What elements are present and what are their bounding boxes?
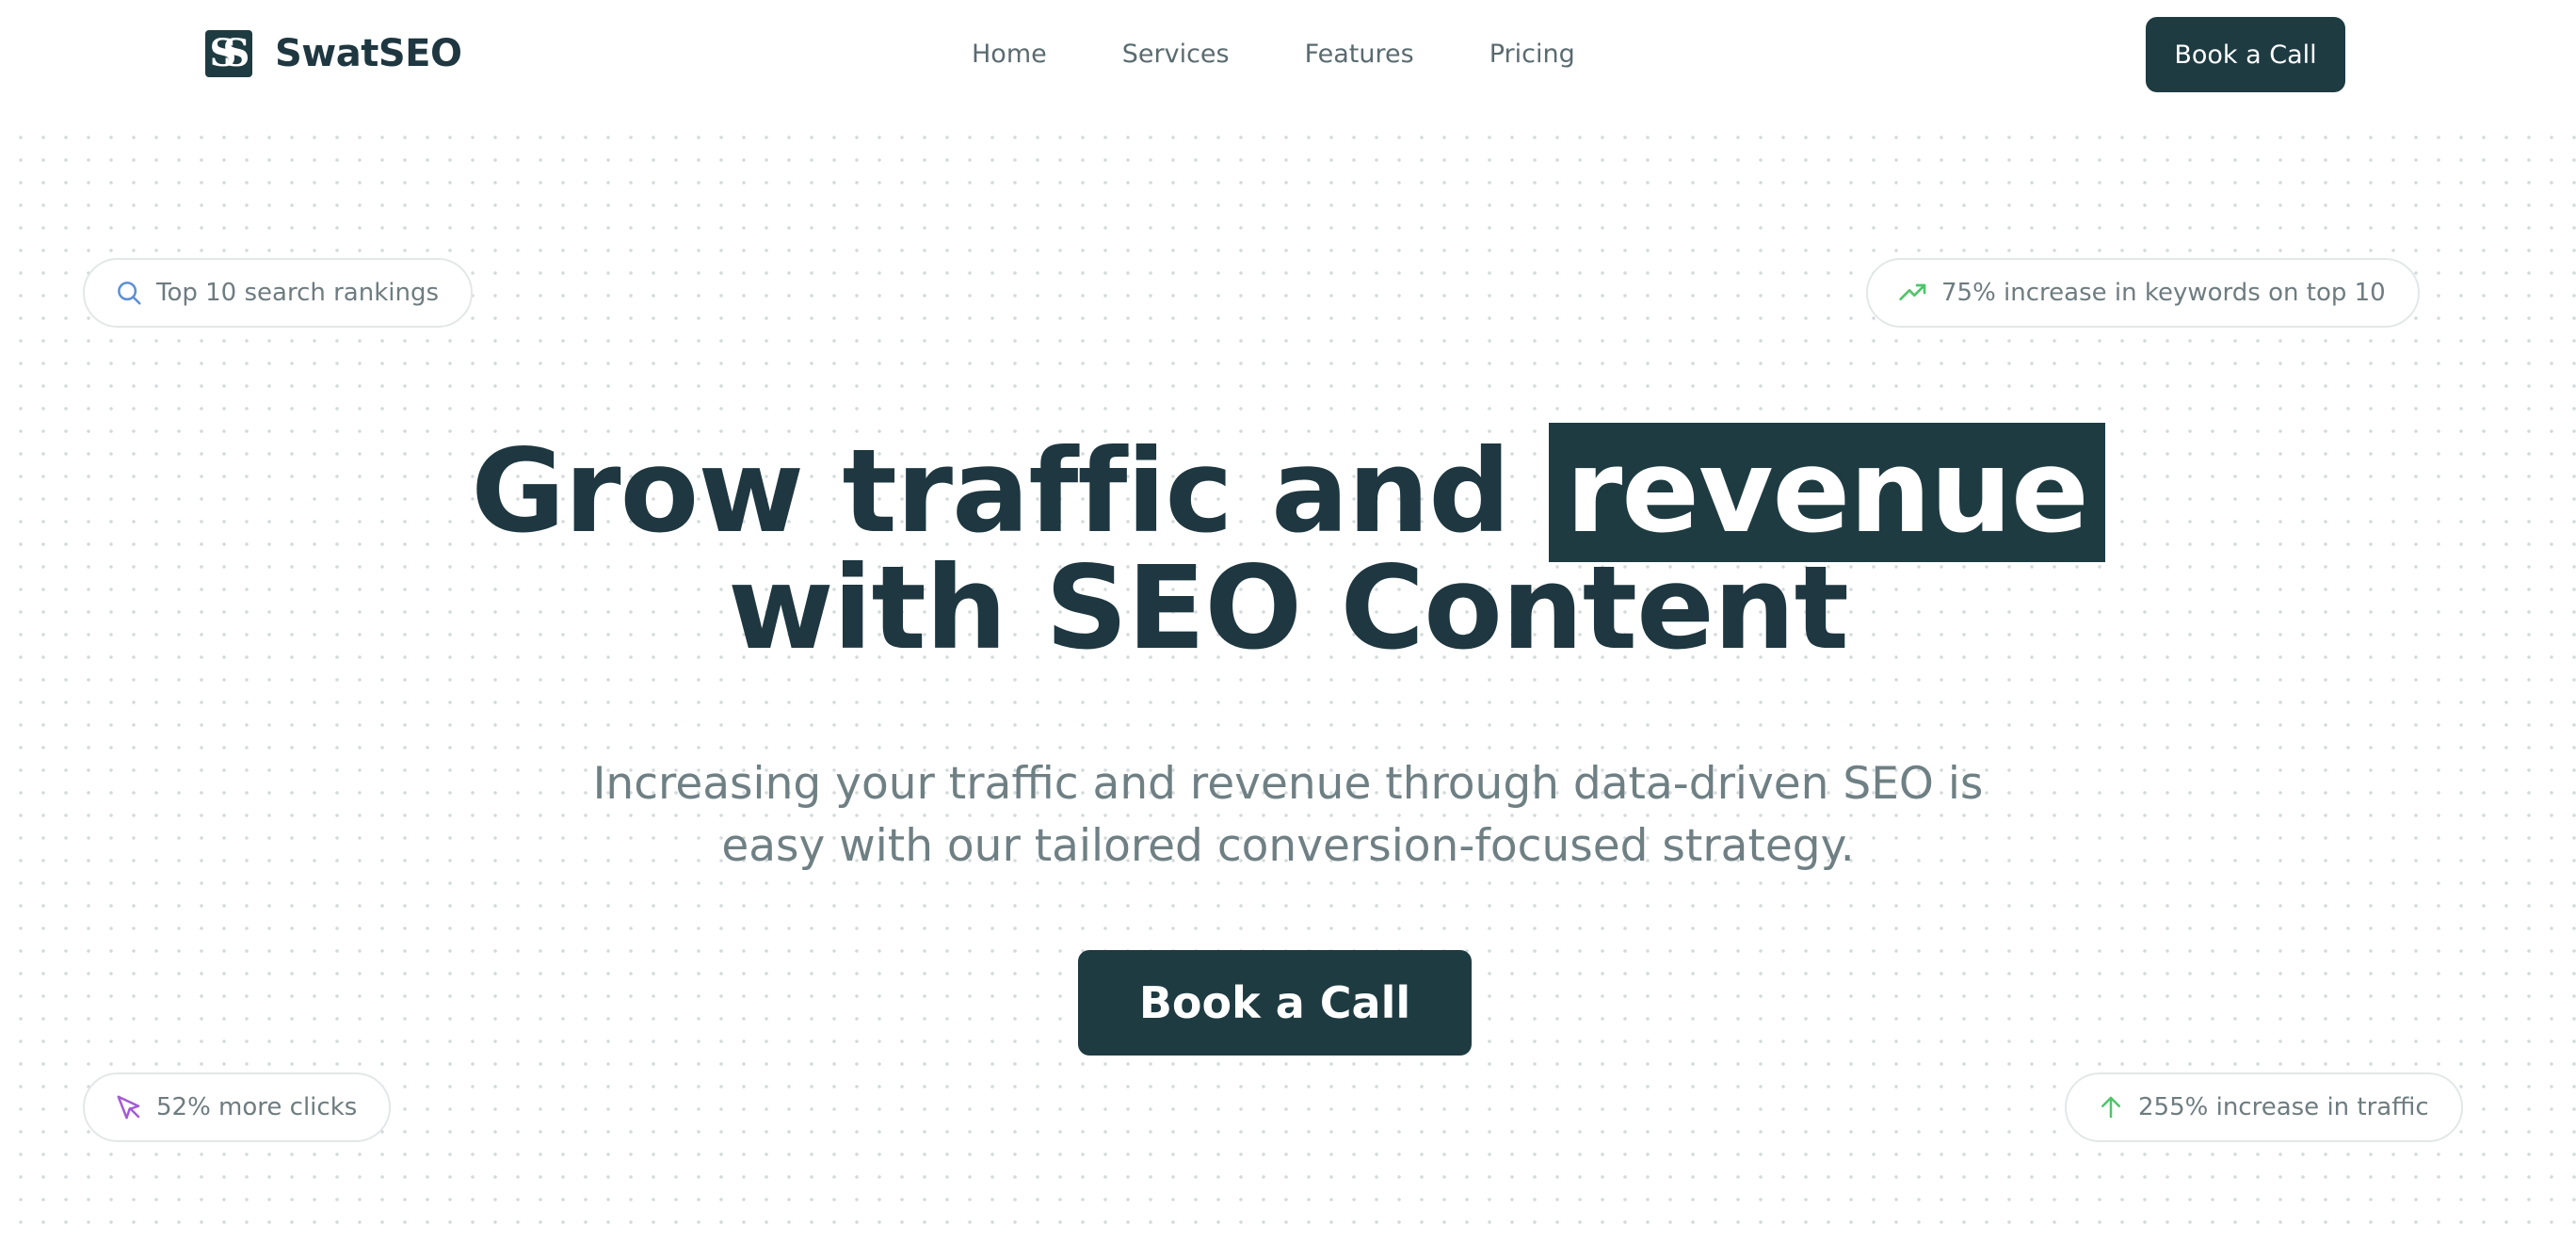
- landing-page: SS SwatSEO Home Services Features Pricin…: [0, 0, 2576, 1241]
- badge-label: 75% increase in keywords on top 10: [1941, 279, 2386, 307]
- nav-item-home[interactable]: Home: [972, 36, 1047, 73]
- brand-logo-link[interactable]: SS SwatSEO: [205, 30, 462, 77]
- trending-up-icon: [1899, 283, 1926, 300]
- nav-item-features[interactable]: Features: [1305, 36, 1414, 73]
- hero-title-line-2: with SEO Content: [727, 541, 1849, 675]
- badge-label: 52% more clicks: [156, 1093, 358, 1121]
- arrow-up-icon: [2101, 1096, 2120, 1119]
- badge-keywords-increase: 75% increase in keywords on top 10: [1866, 258, 2420, 328]
- hero-title-line-1: Grow traffic and revenue: [0, 423, 2576, 562]
- brand-logo-glyph: SS: [209, 31, 250, 75]
- main-nav: Home Services Features Pricing: [972, 36, 1575, 73]
- badge-label: Top 10 search rankings: [156, 279, 440, 307]
- site-header: SS SwatSEO Home Services Features Pricin…: [0, 0, 2576, 111]
- badge-top-rankings: Top 10 search rankings: [83, 258, 474, 328]
- hero-subtitle-line-1: Increasing your traffic and revenue thro…: [592, 758, 1984, 810]
- badge-traffic-increase: 255% increase in traffic: [2065, 1072, 2463, 1142]
- cursor-icon: [117, 1095, 140, 1120]
- search-icon: [118, 282, 141, 305]
- brand-name: SwatSEO: [275, 32, 462, 75]
- hero-subtitle-line-2: easy with our tailored conversion-focuse…: [721, 820, 1855, 872]
- nav-item-services[interactable]: Services: [1122, 36, 1230, 73]
- hero-book-call-button[interactable]: Book a Call: [1078, 950, 1472, 1056]
- hero-title-part-1: Grow traffic and: [471, 425, 1510, 558]
- hero-title: Grow traffic and revenue with SEO Conten…: [0, 423, 2576, 675]
- nav-item-pricing[interactable]: Pricing: [1489, 36, 1575, 73]
- header-book-call-button[interactable]: Book a Call: [2146, 17, 2345, 92]
- hero-subtitle: Increasing your traffic and revenue thro…: [0, 753, 2576, 878]
- brand-logo-icon: SS: [205, 30, 252, 77]
- badge-more-clicks: 52% more clicks: [83, 1072, 392, 1142]
- badge-label: 255% increase in traffic: [2138, 1093, 2429, 1121]
